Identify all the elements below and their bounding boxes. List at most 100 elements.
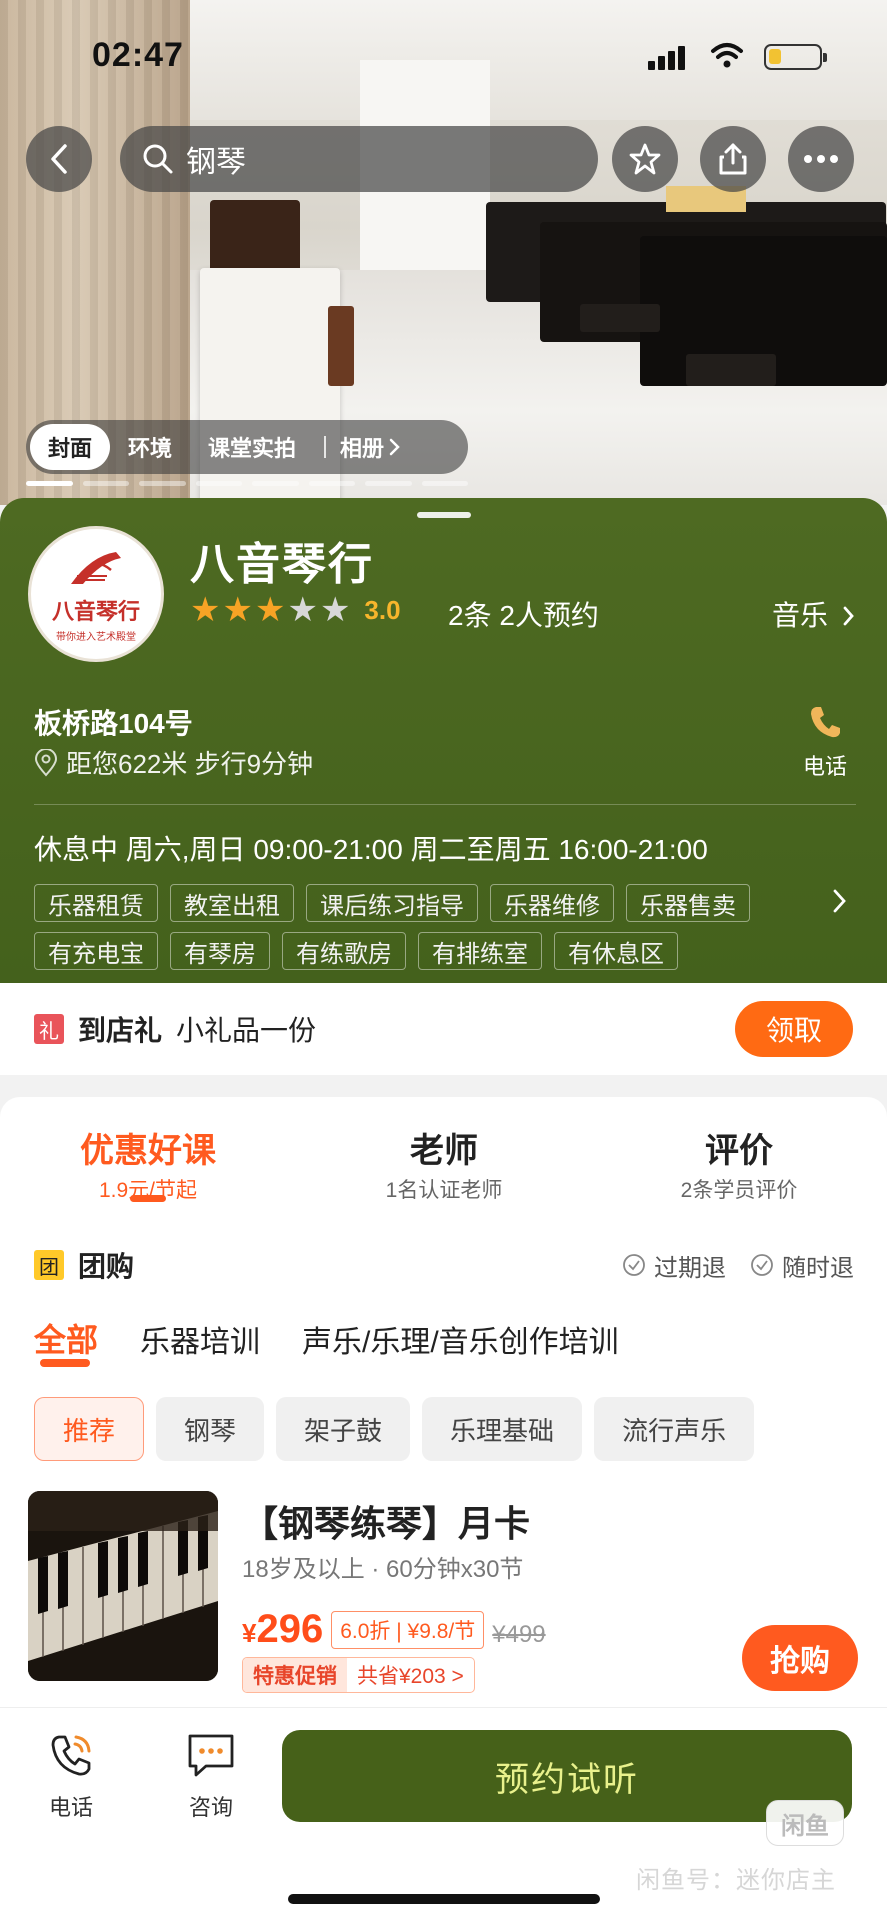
tab-deals[interactable]: 优惠好课 1.9元/节起 xyxy=(0,1123,296,1204)
photo-bench xyxy=(686,354,776,386)
star-icon xyxy=(629,143,661,175)
tab-teachers-title: 老师 xyxy=(410,1132,478,1170)
facility-tag: 有排练室 xyxy=(418,932,542,970)
tab-teachers-sub: 1名认证老师 xyxy=(385,1179,503,1202)
consult-label: 咨询 xyxy=(188,1795,233,1820)
drag-handle[interactable] xyxy=(417,512,471,518)
logo-slogan: 带你进入艺术殿堂 xyxy=(56,631,136,643)
distance-text: 距您622米 步行9分钟 xyxy=(66,749,314,779)
category-all[interactable]: 全部 xyxy=(34,1315,98,1361)
search-input[interactable]: 钢琴 xyxy=(120,126,598,192)
album-tab-class-photos[interactable]: 课堂实拍 xyxy=(190,424,314,470)
star-icon: ★ xyxy=(287,591,318,629)
phone-icon xyxy=(51,1735,91,1776)
consult-button[interactable]: 咨询 xyxy=(166,1732,256,1822)
phone-icon xyxy=(811,707,840,738)
refund-anytime: 随时退 xyxy=(750,1248,854,1283)
refund-anytime-label: 随时退 xyxy=(782,1254,854,1282)
album-tab-cover[interactable]: 封面 xyxy=(30,424,111,470)
shop-info-panel: 八音琴行 带你进入艺术殿堂 八音琴行 ★ ★ ★ ★ ★ 3.0 2条 2人预约… xyxy=(0,498,887,983)
group-title: 团购 xyxy=(78,1251,135,1282)
shop-name: 八音琴行 xyxy=(190,540,374,589)
facility-tag: 有琴房 xyxy=(170,932,270,970)
shop-phone-button[interactable]: 电话 xyxy=(798,704,852,781)
main-content: 优惠好课 1.9元/节起 老师 1名认证老师 评价 2条学员评价 团 团购 过期… xyxy=(0,1097,887,1707)
chip-drums[interactable]: 架子鼓 xyxy=(276,1397,411,1461)
search-icon xyxy=(143,144,173,174)
cover-photo[interactable]: 02:47 钢琴 封面 环境 课堂实拍 相册 xyxy=(0,0,887,505)
album-tab-environment[interactable]: 环境 xyxy=(110,424,190,470)
bottom-action-bar: 电话 咨询 预约试听 闲鱼 闲鱼号：迷你店主 xyxy=(0,1707,887,1920)
chip-recommend[interactable]: 推荐 xyxy=(34,1397,145,1461)
facility-tag: 有充电宝 xyxy=(34,932,158,970)
share-icon xyxy=(719,143,747,175)
photo-bench xyxy=(580,304,660,332)
home-indicator[interactable] xyxy=(288,1894,600,1904)
bottom-phone-label: 电话 xyxy=(48,1795,93,1820)
service-tags[interactable]: 乐器租赁 教室出租 课后练习指导 乐器维修 乐器售卖 xyxy=(34,884,750,922)
album-tabs: 封面 环境 课堂实拍 相册 xyxy=(26,420,468,474)
more-button[interactable] xyxy=(788,126,854,192)
favorite-button[interactable] xyxy=(612,126,678,192)
service-tag: 乐器售卖 xyxy=(626,884,750,922)
check-circle-icon xyxy=(751,1254,773,1276)
booking-count[interactable]: 2条 2人预约 xyxy=(448,594,599,634)
chat-icon xyxy=(188,1734,234,1777)
buy-now-button[interactable]: 抢购 xyxy=(742,1625,858,1691)
store-gift-bar: 礼 到店礼 小礼品一份 领取 xyxy=(0,983,887,1075)
gift-desc: 小礼品一份 xyxy=(176,1015,317,1046)
rating-score: 3.0 xyxy=(364,594,401,625)
watermark-text: 闲鱼号：迷你店主 xyxy=(636,1867,836,1894)
star-icon: ★ xyxy=(254,591,286,629)
chevron-right-icon xyxy=(843,606,854,626)
filter-chips: 推荐 钢琴 架子鼓 乐理基础 流行声乐 xyxy=(34,1397,755,1461)
tab-deals-title: 优惠好课 xyxy=(80,1132,216,1170)
promo-tag[interactable]: 特惠促销 共省¥203 > xyxy=(242,1657,475,1693)
original-price: ¥499 xyxy=(492,1621,546,1648)
chip-piano[interactable]: 钢琴 xyxy=(156,1397,265,1461)
service-tag: 教室出租 xyxy=(170,884,294,922)
deal-title[interactable]: 【钢琴练琴】月卡 xyxy=(242,1495,530,1547)
deal-image[interactable] xyxy=(28,1491,218,1681)
phone-label: 电话 xyxy=(802,754,847,779)
star-icon: ★ xyxy=(190,591,221,629)
discount-tag: 6.0折 | ¥9.8/节 xyxy=(331,1610,485,1649)
facility-tag: 有练歌房 xyxy=(282,932,406,970)
shop-category[interactable]: 音乐 xyxy=(772,594,856,634)
facility-tag: 有休息区 xyxy=(554,932,678,970)
claim-gift-button[interactable]: 领取 xyxy=(735,1001,853,1057)
bottom-phone-button[interactable]: 电话 xyxy=(26,1732,116,1822)
piano-logo-icon xyxy=(71,551,121,584)
status-time: 02:47 xyxy=(92,36,184,74)
chip-music-theory[interactable]: 乐理基础 xyxy=(422,1397,583,1461)
gift-badge: 礼 xyxy=(34,1014,64,1044)
shop-address[interactable]: 板桥路104号 xyxy=(34,702,193,742)
refund-expired-label: 过期退 xyxy=(654,1254,726,1282)
business-hours: 休息中 周六,周日 09:00-21:00 周二至周五 16:00-21:00 xyxy=(34,834,708,865)
promo-label: 特惠促销 xyxy=(243,1658,347,1692)
album-tab-gallery[interactable]: 相册 xyxy=(326,424,420,470)
tab-reviews-sub: 2条学员评价 xyxy=(680,1179,798,1202)
refund-expired: 过期退 xyxy=(622,1248,726,1283)
category-instrument[interactable]: 乐器培训 xyxy=(140,1317,260,1361)
service-tag: 乐器租赁 xyxy=(34,884,158,922)
chevron-right-icon[interactable] xyxy=(832,888,848,914)
watermark-logo: 闲鱼 xyxy=(766,1800,844,1846)
share-button[interactable] xyxy=(700,126,766,192)
service-tag: 乐器维修 xyxy=(490,884,614,922)
tab-teachers[interactable]: 老师 1名认证老师 xyxy=(296,1123,592,1204)
search-text: 钢琴 xyxy=(186,146,246,179)
refund-policies: 过期退 随时退 xyxy=(622,1248,854,1283)
category-vocal[interactable]: 声乐/乐理/音乐创作培训 xyxy=(302,1317,619,1361)
shop-logo: 八音琴行 带你进入艺术殿堂 xyxy=(28,526,164,662)
rating-stars: ★ ★ ★ ★ ★ 3.0 xyxy=(190,593,401,627)
chip-pop-vocal[interactable]: 流行声乐 xyxy=(594,1397,755,1461)
signal-icon xyxy=(648,44,688,70)
back-button[interactable] xyxy=(26,126,92,192)
battery-icon xyxy=(764,44,827,70)
wifi-icon xyxy=(710,40,744,70)
tab-reviews[interactable]: 评价 2条学员评价 xyxy=(591,1123,887,1204)
chevron-right-icon xyxy=(389,438,400,456)
deal-price-row: ¥296 6.0折 | ¥9.8/节 ¥499 xyxy=(242,1607,546,1652)
tab-reviews-title: 评价 xyxy=(705,1132,773,1170)
